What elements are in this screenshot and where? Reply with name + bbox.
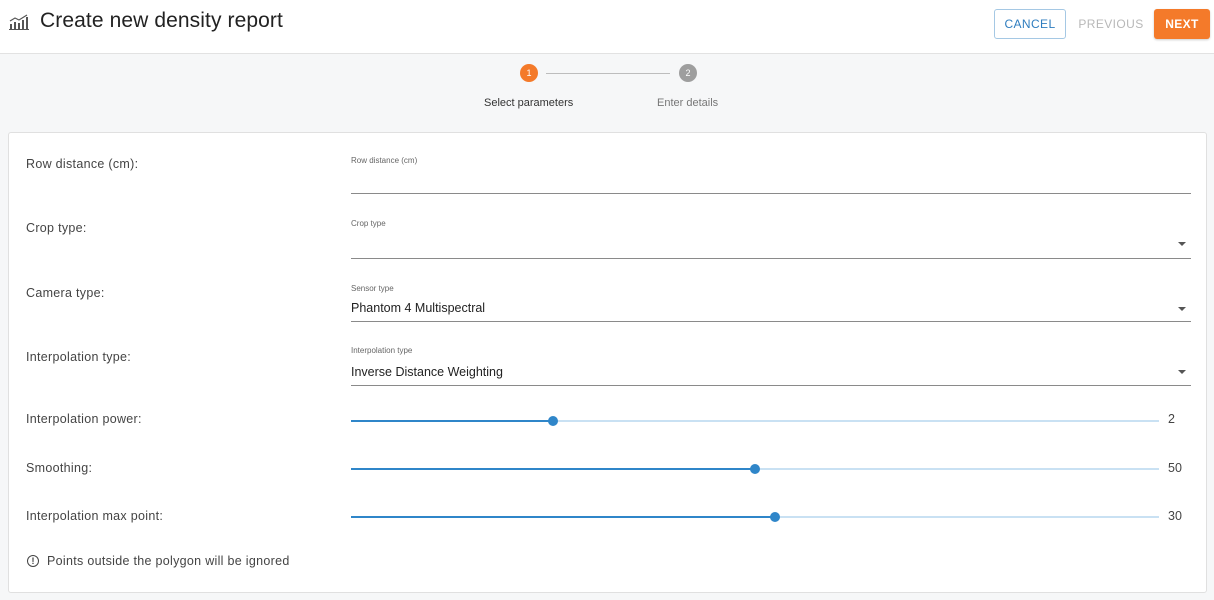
slider-track-fill (351, 468, 755, 470)
interpolation-max-point-value: 30 (1168, 509, 1182, 523)
interpolation-max-point-slider[interactable] (351, 511, 1159, 523)
notice-text: Points outside the polygon will be ignor… (47, 554, 290, 568)
chevron-down-icon[interactable] (1178, 242, 1186, 246)
chart-bars-icon (9, 14, 29, 30)
slider-thumb[interactable] (548, 416, 558, 426)
stepper: 1 2 Select parameters Enter details (0, 54, 1214, 132)
interpolation-type-field-label: Interpolation type (351, 346, 413, 355)
interpolation-type-label: Interpolation type: (26, 350, 132, 364)
row-distance-field-label: Row distance (cm) (351, 156, 418, 165)
sensor-type-field-label: Sensor type (351, 284, 394, 293)
crop-type-label: Crop type: (26, 221, 87, 235)
info-icon: ! (27, 555, 39, 567)
smoothing-value: 50 (1168, 461, 1182, 475)
interpolation-type-value: Inverse Distance Weighting (351, 365, 503, 379)
crop-type-field-label: Crop type (351, 219, 386, 228)
step-connector (546, 73, 670, 74)
row-distance-input[interactable]: Row distance (cm) (351, 152, 1191, 194)
camera-type-label: Camera type: (26, 286, 105, 300)
chevron-down-icon[interactable] (1178, 370, 1186, 374)
step-1-indicator[interactable]: 1 (520, 64, 538, 82)
crop-type-select[interactable]: Crop type (351, 216, 1191, 259)
previous-button[interactable]: PREVIOUS (1076, 9, 1146, 39)
interpolation-power-slider[interactable] (351, 415, 1159, 427)
smoothing-slider[interactable] (351, 463, 1159, 475)
slider-thumb[interactable] (750, 464, 760, 474)
slider-track-fill (351, 420, 553, 422)
interpolation-type-select[interactable]: Interpolation type Inverse Distance Weig… (351, 345, 1191, 386)
sensor-type-select[interactable]: Sensor type Phantom 4 Multispectral (351, 281, 1191, 322)
chevron-down-icon[interactable] (1178, 307, 1186, 311)
step-2-label: Enter details (657, 97, 719, 109)
sensor-type-value: Phantom 4 Multispectral (351, 301, 486, 315)
page-title: Create new density report (40, 9, 283, 32)
header-bar: Create new density report CANCEL PREVIOU… (0, 0, 1214, 54)
row-distance-label: Row distance (cm): (26, 157, 139, 171)
interpolation-max-point-label: Interpolation max point: (26, 509, 164, 523)
interpolation-power-value: 2 (1168, 412, 1175, 426)
polygon-notice: ! Points outside the polygon will be ign… (27, 554, 290, 568)
step-1-label: Select parameters (484, 97, 574, 109)
step-2-indicator[interactable]: 2 (679, 64, 697, 82)
slider-track-fill (351, 516, 775, 518)
interpolation-power-label: Interpolation power: (26, 412, 142, 426)
slider-thumb[interactable] (770, 512, 780, 522)
next-button[interactable]: NEXT (1154, 9, 1210, 39)
smoothing-label: Smoothing: (26, 461, 93, 475)
cancel-button[interactable]: CANCEL (994, 9, 1066, 39)
